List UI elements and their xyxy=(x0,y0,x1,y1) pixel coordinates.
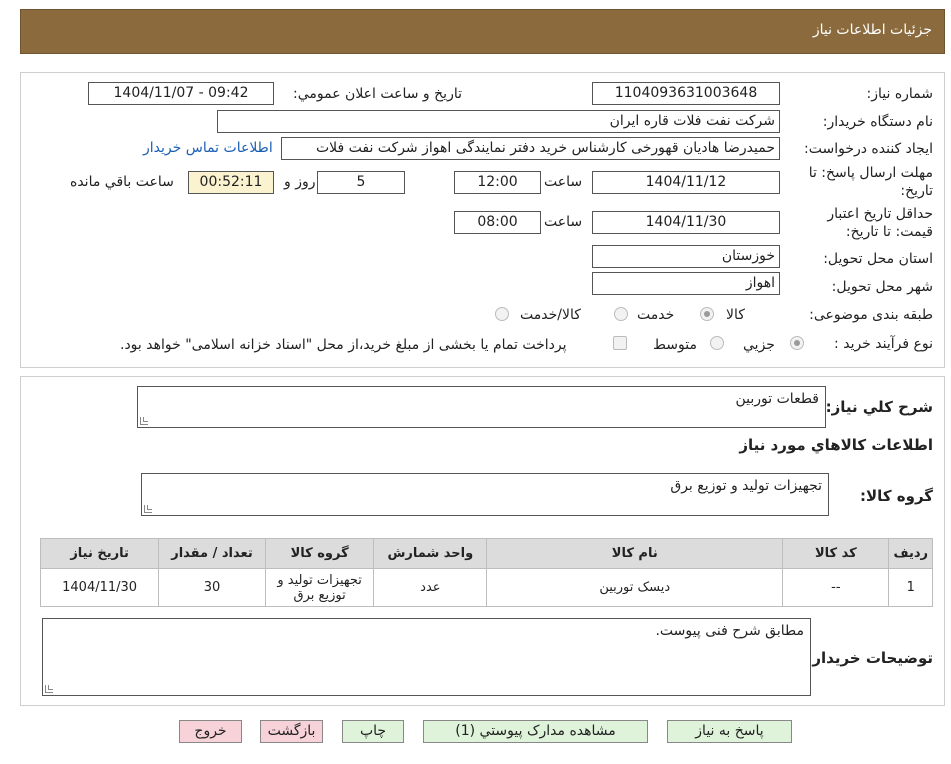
goods-group-label: گروه کالا: xyxy=(860,487,933,505)
creator-field: حمیدرضا هادیان قهورخی کارشناس خرید دفتر … xyxy=(281,137,780,160)
summary-textarea[interactable]: قطعات توربین xyxy=(137,386,826,428)
announce-date-label: تاریخ و ساعت اعلان عمومي: xyxy=(293,86,462,102)
city-field: اهواز xyxy=(592,272,780,295)
resize-handle-icon[interactable] xyxy=(140,417,148,425)
cell-item-code: -- xyxy=(782,568,890,607)
validity-label-line1: حداقل تاريخ اعتبار xyxy=(827,206,933,222)
back-button[interactable]: بازگشت xyxy=(260,720,323,743)
page-title: جزئیات اطلاعات نیاز xyxy=(812,22,932,38)
goods-group-textarea[interactable]: تجهیزات تولید و توزیع برق xyxy=(141,473,829,516)
buyer-org-label: نام دستگاه خريدار: xyxy=(822,114,933,130)
resize-handle-icon[interactable] xyxy=(144,505,152,513)
goods-group-text: تجهیزات تولید و توزیع برق xyxy=(670,478,822,494)
category-radio-goods[interactable] xyxy=(700,307,714,321)
buyer-notes-text: مطابق شرح فنی پیوست. xyxy=(655,623,804,639)
col-row-number: رديف xyxy=(888,538,933,569)
buyer-contact-link[interactable]: اطلاعات تماس خريدار xyxy=(143,140,273,156)
deadline-label-line2: تاريخ: xyxy=(900,183,933,199)
deadline-time-label: ساعت xyxy=(544,174,583,190)
buyer-notes-textarea[interactable]: مطابق شرح فنی پیوست. xyxy=(42,618,811,696)
col-quantity: تعداد / مقدار xyxy=(158,538,266,569)
category-radio-goods-service[interactable] xyxy=(495,307,509,321)
days-label: روز و xyxy=(284,174,316,190)
province-label: استان محل تحويل: xyxy=(823,251,933,267)
process-option-medium: متوسط xyxy=(653,337,697,353)
treasury-payment-checkbox[interactable] xyxy=(613,336,627,350)
cell-goods-group: تجهیزات تولید و توزیع برق xyxy=(264,568,375,607)
print-button[interactable]: چاپ xyxy=(342,720,404,743)
cell-quantity: 30 xyxy=(158,568,266,607)
col-item-code: کد کالا xyxy=(782,538,890,569)
table-row: 1 -- دیسک توربین عدد تجهیزات تولید و توز… xyxy=(39,568,933,607)
category-option-goods-service: کالا/خدمت xyxy=(520,307,581,323)
page-header: جزئیات اطلاعات نیاز xyxy=(20,9,945,54)
buyer-org-field: شرکت نفت فلات قاره ایران xyxy=(217,110,780,133)
province-field: خوزستان xyxy=(592,245,780,268)
col-item-name: نام کالا xyxy=(486,538,784,569)
creator-label: ايجاد کننده درخواست: xyxy=(804,141,933,157)
col-unit: واحد شمارش xyxy=(373,538,488,569)
col-goods-group: گروه کالا xyxy=(264,538,375,569)
summary-text: قطعات توربین xyxy=(735,391,820,407)
treasury-payment-note: پرداخت تمام یا بخشی از مبلغ خرید،از محل … xyxy=(120,337,567,353)
buyer-notes-label: توضيحات خريدار: xyxy=(806,649,933,667)
process-radio-minor[interactable] xyxy=(790,336,804,350)
reply-button[interactable]: پاسخ به نياز xyxy=(667,720,792,743)
remaining-time-label: ساعت باقي مانده xyxy=(70,174,174,190)
resize-handle-icon[interactable] xyxy=(45,685,53,693)
cell-unit: عدد xyxy=(373,568,488,607)
need-number-label: شماره نیاز: xyxy=(866,86,934,102)
deadline-time-field: 12:00 xyxy=(454,171,541,194)
process-type-label: نوع فرآیند خرید : xyxy=(834,336,933,352)
deadline-label-line1: مهلت ارسال پاسخ: تا xyxy=(808,165,933,181)
validity-time-label: ساعت xyxy=(544,214,583,230)
announce-date-field: 1404/11/07 - 09:42 xyxy=(88,82,274,105)
city-label: شهر محل تحويل: xyxy=(831,279,933,295)
cell-need-date: 1404/11/30 xyxy=(39,568,160,607)
days-remaining-field: 5 xyxy=(317,171,405,194)
cell-item-name: دیسک توربین xyxy=(486,568,784,607)
remaining-time-field: 00:52:11 xyxy=(188,171,274,194)
category-radio-service[interactable] xyxy=(614,307,628,321)
validity-time-field: 08:00 xyxy=(454,211,541,234)
col-need-date: تاريخ نياز xyxy=(39,538,160,569)
validity-date-field: 1404/11/30 xyxy=(592,211,780,234)
cell-row-number: 1 xyxy=(888,568,933,607)
category-label: طبقه بندی موضوعی: xyxy=(809,307,933,323)
goods-info-title: اطلاعات کالاهاي مورد نياز xyxy=(739,436,933,454)
view-attachments-button[interactable]: مشاهده مدارک پيوستي (1) xyxy=(423,720,648,743)
process-option-minor: جزیي xyxy=(743,337,775,353)
deadline-date-field: 1404/11/12 xyxy=(592,171,780,194)
goods-table: رديف کد کالا نام کالا واحد شمارش گروه کا… xyxy=(39,538,933,607)
category-option-service: خدمت xyxy=(637,307,675,323)
exit-button[interactable]: خروج xyxy=(179,720,242,743)
category-option-goods: کالا xyxy=(726,307,745,323)
table-header-row: رديف کد کالا نام کالا واحد شمارش گروه کا… xyxy=(39,538,933,569)
summary-label: شرح کلي نياز: xyxy=(825,398,933,416)
need-number-field: 1104093631003648 xyxy=(592,82,780,105)
validity-label-line2: قيمت: تا تاريخ: xyxy=(845,224,933,240)
process-radio-medium[interactable] xyxy=(710,336,724,350)
